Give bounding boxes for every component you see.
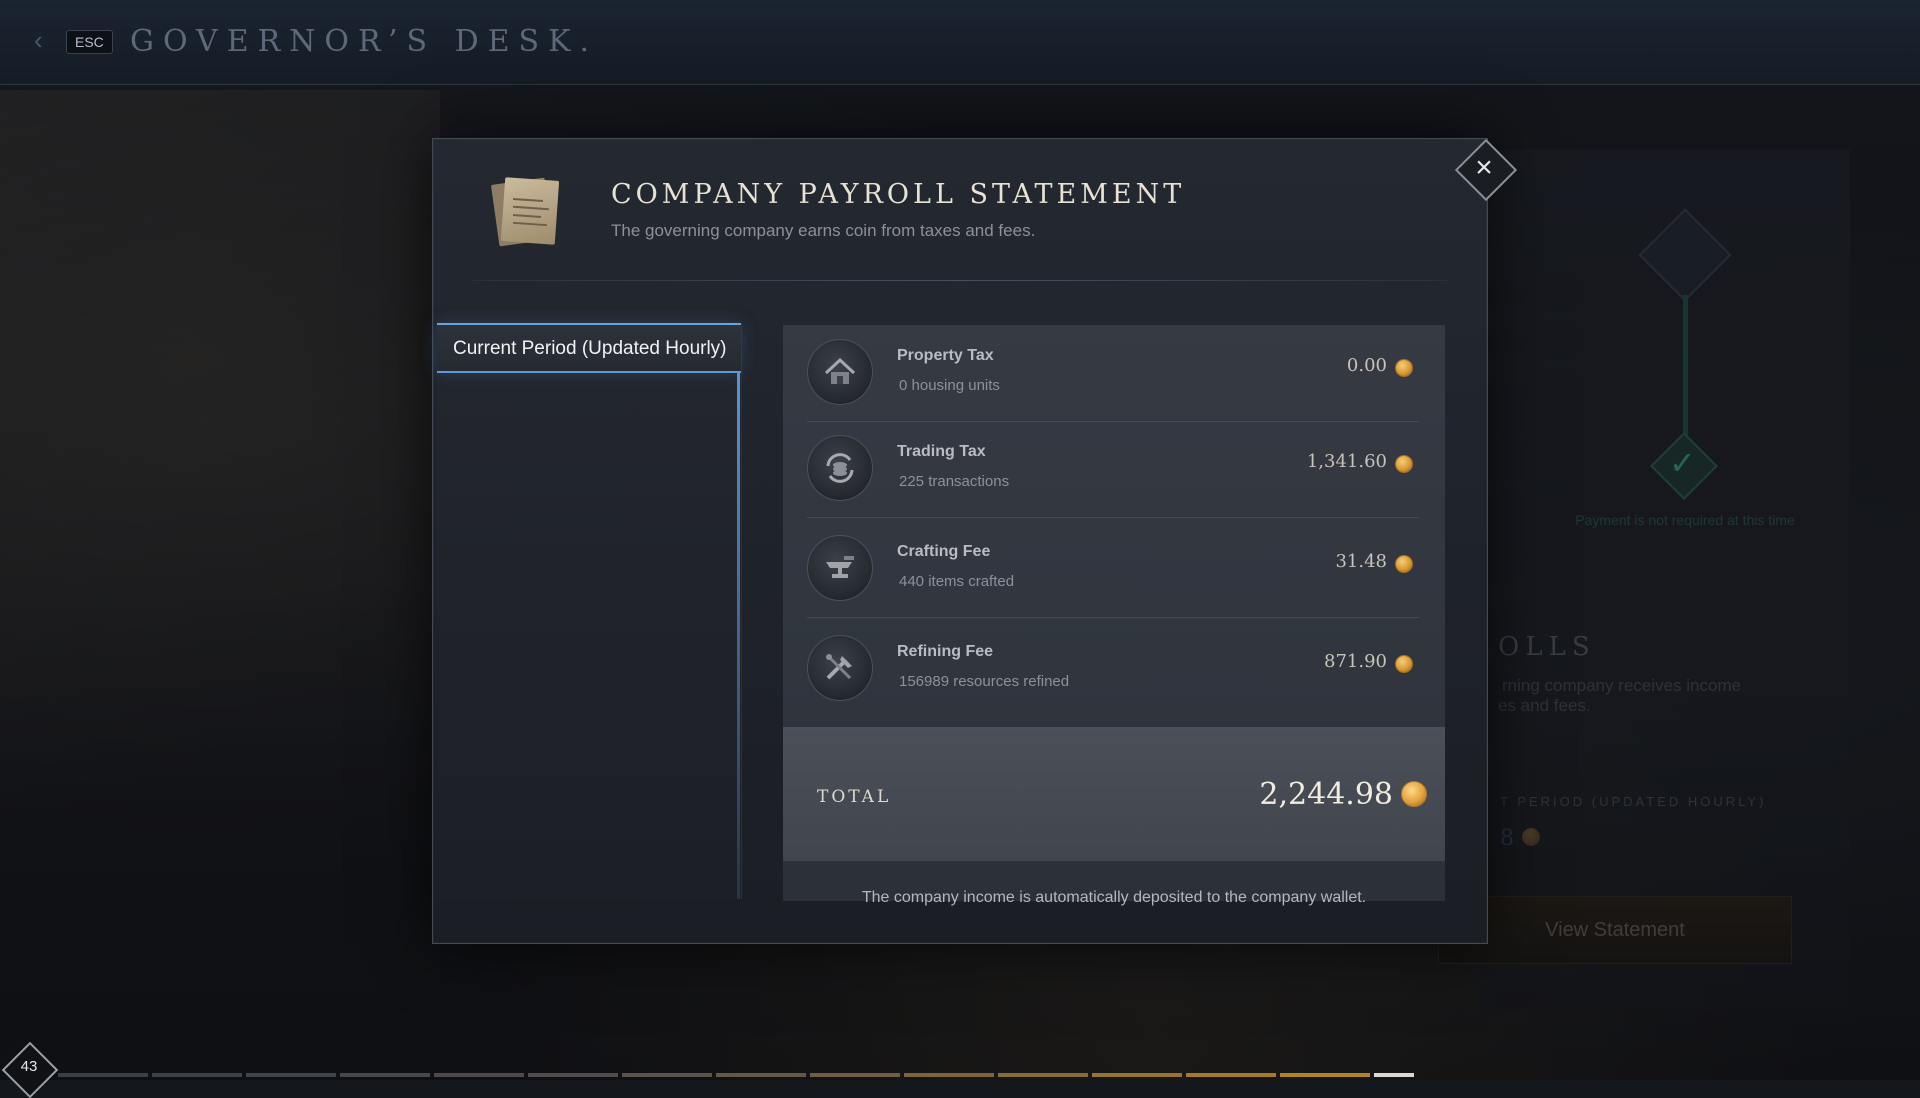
tab-highlight [737, 371, 740, 899]
xp-segment [528, 1073, 618, 1077]
xp-segment [904, 1073, 994, 1077]
list-item: Refining Fee 156989 resources refined 87… [807, 621, 1419, 717]
payroll-statement-modal: COMPANY PAYROLL STATEMENT The governing … [432, 138, 1518, 944]
list-item: Property Tax 0 housing units 0.00 [807, 325, 1419, 422]
document-icon [489, 173, 561, 251]
header-divider [473, 280, 1447, 281]
xp-segment [716, 1073, 806, 1077]
anvil-icon [807, 535, 873, 601]
row-name: Crafting Fee [897, 543, 991, 560]
row-detail: 440 items crafted [899, 573, 1015, 590]
coin-stack-icon [1401, 781, 1427, 807]
row-detail: 156989 resources refined [899, 673, 1070, 690]
xp-segment [1280, 1073, 1370, 1077]
xp-segment [340, 1073, 430, 1077]
level-number: 43 [20, 1058, 38, 1075]
coin-icon [1395, 655, 1413, 673]
total-bar: TOTAL 2,244.98 [783, 727, 1445, 861]
house-icon [807, 339, 873, 405]
row-detail: 225 transactions [899, 473, 1010, 490]
footer-note: The company income is automatically depo… [861, 889, 1367, 906]
page-title: GOVERNOR’S DESK. [130, 24, 599, 59]
xp-segment [152, 1073, 242, 1077]
row-name: Trading Tax [897, 443, 986, 460]
tab-label: Current Period (Updated Hourly) [453, 338, 727, 359]
close-icon[interactable]: × [1471, 149, 1497, 187]
exchange-icon [807, 435, 873, 501]
top-bar: ‹ ESC GOVERNOR’S DESK. [0, 0, 1920, 85]
esc-button[interactable]: ESC [66, 30, 113, 54]
coin-icon [1395, 359, 1413, 377]
total-label: TOTAL [817, 787, 892, 807]
list-item: Trading Tax 225 transactions 1,341.60 [807, 421, 1419, 518]
tools-icon [807, 635, 873, 701]
tab-current-period[interactable]: Current Period (Updated Hourly) [437, 323, 741, 373]
row-name: Property Tax [897, 347, 994, 364]
row-amount: 0.00 [1346, 355, 1387, 376]
modal-title: COMPANY PAYROLL STATEMENT [611, 179, 1186, 210]
coin-icon [1395, 455, 1413, 473]
row-detail: 0 housing units [899, 377, 1000, 394]
back-chevron-icon[interactable]: ‹ [34, 27, 50, 53]
xp-segment [622, 1073, 712, 1077]
xp-segment [998, 1073, 1088, 1077]
xp-segment [1092, 1073, 1182, 1077]
coin-icon [1395, 555, 1413, 573]
modal-subtitle: The governing company earns coin from ta… [611, 221, 1036, 240]
xp-segment [1374, 1073, 1414, 1077]
list-item: Crafting Fee 440 items crafted 31.48 [807, 521, 1419, 618]
period-sidebar: Current Period (Updated Hourly) [437, 323, 742, 899]
total-amount: 2,244.98 [1259, 777, 1393, 812]
xp-segment [246, 1073, 336, 1077]
xp-segment [810, 1073, 900, 1077]
row-amount: 1,341.60 [1306, 451, 1387, 472]
xp-segment [434, 1073, 524, 1077]
xp-segment [58, 1073, 148, 1077]
row-amount: 871.90 [1324, 651, 1387, 672]
xp-segment [1186, 1073, 1276, 1077]
row-amount: 31.48 [1335, 551, 1387, 572]
row-name: Refining Fee [897, 643, 994, 660]
